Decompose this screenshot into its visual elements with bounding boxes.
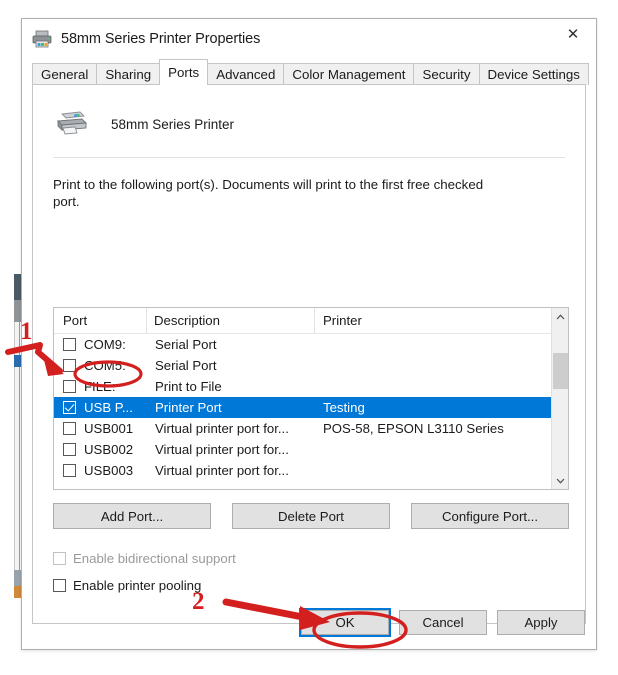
background-window-fragment	[14, 274, 21, 300]
column-header-port: Port	[63, 313, 88, 328]
port-list-scrollbar[interactable]	[551, 308, 568, 489]
checkbox-box	[53, 552, 66, 565]
cell-port: USB002	[84, 442, 134, 457]
cell-description: Virtual printer port for...	[155, 442, 289, 457]
cell-port: USB P...	[84, 400, 133, 415]
divider	[53, 157, 565, 158]
port-action-buttons: Add Port... Delete Port Configure Port..…	[53, 503, 569, 529]
cell-description: Virtual printer port for...	[155, 421, 289, 436]
tab-color-management[interactable]: Color Management	[283, 63, 415, 85]
dialog-footer: OK Cancel Apply	[22, 595, 598, 649]
scrollbar-thumb[interactable]	[553, 353, 568, 389]
configure-port-button[interactable]: Configure Port...	[411, 503, 569, 529]
background-window-fragment	[14, 570, 21, 586]
printer-icon	[31, 29, 53, 49]
column-header-description: Description	[146, 308, 314, 334]
printer-properties-dialog: 58mm Series Printer Properties ✕ General…	[21, 18, 597, 650]
apply-button[interactable]: Apply	[497, 609, 585, 635]
cell-description: Serial Port	[155, 337, 217, 352]
close-icon[interactable]: ✕	[550, 19, 596, 49]
table-row[interactable]: FILE: Print to File	[54, 376, 568, 397]
cell-description: Serial Port	[155, 358, 217, 373]
cell-port: USB001	[84, 421, 134, 436]
tab-sharing[interactable]: Sharing	[96, 63, 161, 85]
cell-description: Virtual printer port for...	[155, 463, 289, 478]
chevron-up-icon[interactable]	[552, 308, 568, 325]
port-list[interactable]: Port Description Printer COM9: Serial Po…	[53, 307, 569, 490]
ports-tab-panel: 58mm Series Printer Print to the followi…	[32, 84, 586, 624]
add-port-button[interactable]: Add Port...	[53, 503, 211, 529]
tab-security[interactable]: Security	[413, 63, 480, 85]
instructions-text: Print to the following port(s). Document…	[53, 177, 484, 209]
table-row[interactable]: USB003 Virtual printer port for...	[54, 460, 568, 481]
cell-description: Printer Port	[155, 400, 222, 415]
printer-name: 58mm Series Printer	[111, 116, 235, 132]
printer-icon	[55, 109, 89, 139]
title-bar: 58mm Series Printer Properties ✕	[22, 19, 596, 59]
cell-port: COM9:	[84, 337, 126, 352]
tab-ports[interactable]: Ports	[159, 59, 209, 85]
table-row[interactable]: USB002 Virtual printer port for...	[54, 439, 568, 460]
checkbox-label: Enable bidirectional support	[73, 551, 236, 566]
table-row[interactable]: COM5: Serial Port	[54, 355, 568, 376]
enable-printer-pooling-checkbox[interactable]: Enable printer pooling	[53, 578, 201, 593]
port-list-header: Port Description Printer	[54, 308, 568, 334]
row-checkbox[interactable]	[63, 338, 76, 351]
row-checkbox[interactable]	[63, 401, 76, 414]
enable-bidirectional-support-checkbox: Enable bidirectional support	[53, 551, 236, 566]
checkbox-box[interactable]	[53, 579, 66, 592]
row-checkbox[interactable]	[63, 464, 76, 477]
cancel-button[interactable]: Cancel	[399, 609, 487, 635]
tab-advanced[interactable]: Advanced	[207, 63, 285, 85]
tab-strip: General Sharing Ports Advanced Color Man…	[32, 59, 589, 85]
delete-port-button[interactable]: Delete Port	[232, 503, 390, 529]
cell-port: USB003	[84, 463, 134, 478]
row-checkbox-usb001[interactable]	[63, 422, 76, 435]
table-row-selected[interactable]: USB P... Printer Port Testing	[54, 397, 568, 418]
row-checkbox[interactable]	[63, 443, 76, 456]
port-list-body: COM9: Serial Port COM5: Serial Port FILE…	[54, 334, 568, 481]
row-checkbox[interactable]	[63, 359, 76, 372]
cell-port: COM5:	[84, 358, 126, 373]
table-row[interactable]: USB001 Virtual printer port for... POS-5…	[54, 418, 568, 439]
row-checkbox[interactable]	[63, 380, 76, 393]
cell-printer: Testing	[323, 400, 365, 415]
printer-header: 58mm Series Printer	[33, 85, 585, 143]
annotation-marker-1: 1	[20, 318, 33, 345]
column-header-printer: Printer	[314, 308, 568, 334]
annotation-marker-2: 2	[192, 588, 205, 615]
table-row[interactable]: COM9: Serial Port	[54, 334, 568, 355]
chevron-down-icon[interactable]	[552, 472, 568, 489]
cell-description: Print to File	[155, 379, 222, 394]
window-title: 58mm Series Printer Properties	[61, 31, 261, 47]
screenshot-root: 58mm Series Printer Properties ✕ General…	[0, 0, 618, 675]
background-window-fragment	[14, 355, 21, 367]
ok-button[interactable]: OK	[299, 607, 391, 637]
tab-device-settings[interactable]: Device Settings	[478, 63, 589, 85]
tab-general[interactable]: General	[32, 63, 98, 85]
background-window-fragment	[14, 586, 21, 598]
cell-port: FILE:	[84, 379, 116, 394]
cell-printer: POS-58, EPSON L3110 Series	[323, 421, 504, 436]
checkbox-label: Enable printer pooling	[73, 578, 202, 593]
